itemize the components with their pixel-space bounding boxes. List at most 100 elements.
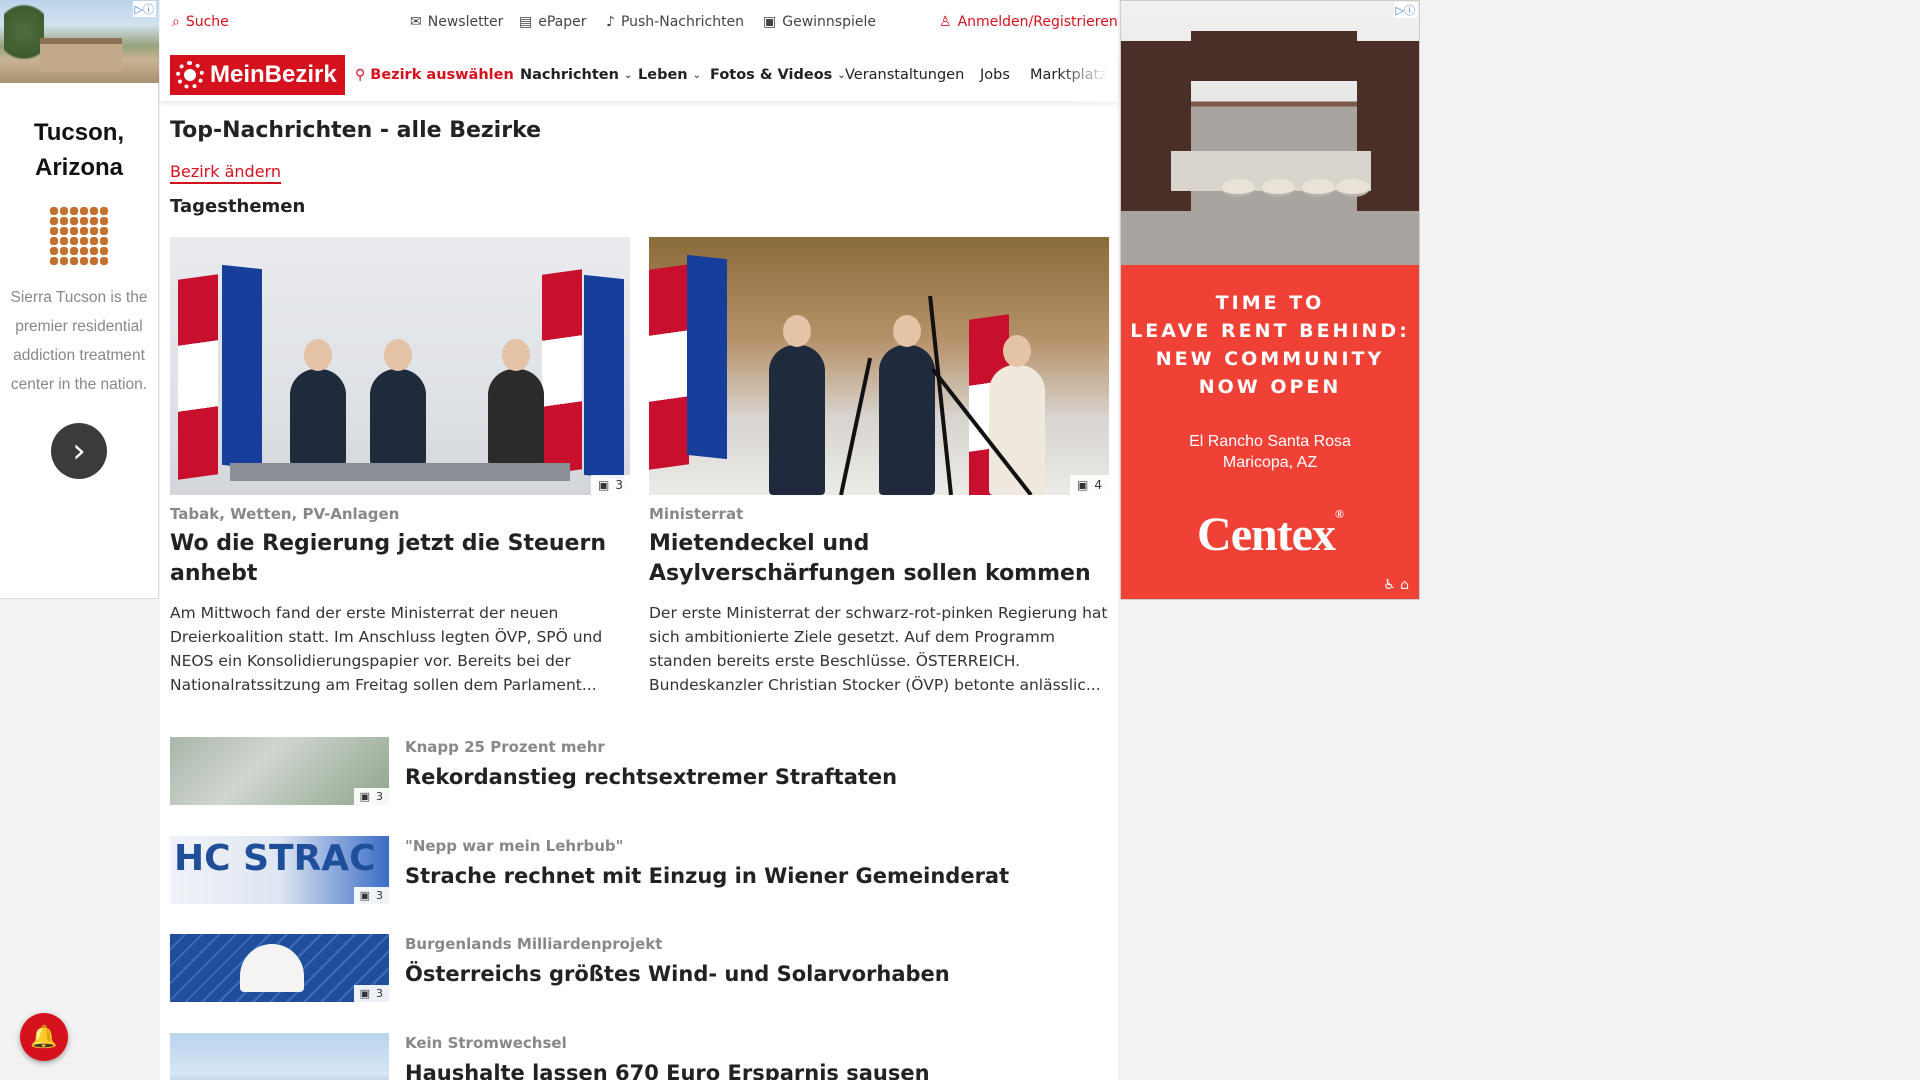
list-item[interactable]: ▣ 3 Knapp 25 Prozent mehr Rekordanstieg …: [170, 737, 1070, 805]
login-link[interactable]: ♙ Anmelden/Registrieren: [939, 14, 1118, 30]
list-kicker: Kein Stromwechsel: [405, 1034, 567, 1052]
main-navigation: MeinBezirk ⚲ Bezirk auswählen Nachrichte…: [160, 50, 1118, 102]
logo-text: MeinBezirk: [210, 61, 337, 88]
sierra-tucson-logo-icon: [50, 207, 108, 265]
list-item[interactable]: HC STRAC ▣ 3 "Nepp war mein Lehrbub" Str…: [170, 836, 1070, 904]
image-count: 4: [1094, 478, 1102, 492]
article-headline[interactable]: Wo die Regierung jetzt die Steuern anheb…: [170, 529, 630, 589]
person: [488, 339, 544, 465]
list-headline[interactable]: Haushalte lassen 670 Euro Ersparnis saus…: [405, 1061, 930, 1080]
microphone: [839, 357, 873, 495]
hard-hat-icon: [240, 944, 304, 992]
nav-item-nachrichten[interactable]: Nachrichten ⌄: [520, 67, 632, 83]
list-thumbnail[interactable]: HC STRAC ▣ 3: [170, 836, 389, 904]
nav-label: Leben: [638, 67, 688, 83]
article-teaser: Am Mittwoch fand der erste Ministerrat d…: [170, 604, 603, 694]
accessibility-housing-icon: ♿ ⌂: [1383, 577, 1409, 593]
ad-headline-line: NOW OPEN: [1198, 376, 1342, 398]
article-image[interactable]: ▣ 3: [170, 237, 630, 495]
image-count-badge: ▣ 3: [353, 887, 389, 904]
article-image[interactable]: ▣ 4: [649, 237, 1109, 495]
list-headline[interactable]: Strache rechnet mit Einzug in Wiener Gem…: [405, 864, 1009, 888]
nav-item-veranstaltungen[interactable]: Veranstaltungen: [845, 67, 964, 83]
image-count-badge: ▣ 3: [591, 475, 630, 495]
list-headline[interactable]: Rekordanstieg rechtsextremer Straftaten: [405, 765, 897, 789]
list-headline[interactable]: Österreichs größtes Wind- und Solarvorha…: [405, 962, 950, 986]
ad-headline-line: TIME TO: [1215, 292, 1325, 314]
image-count-badge: ▣ 3: [353, 985, 389, 1002]
centex-logo[interactable]: Centex®: [1121, 507, 1419, 562]
newsletter-link[interactable]: ✉ Newsletter: [410, 14, 503, 30]
left-advertisement[interactable]: ▷ⓘ Tucson, Arizona Sierra Tucson is the …: [0, 0, 159, 599]
select-district-link[interactable]: ⚲ Bezirk auswählen: [355, 67, 514, 83]
ad-location: El Rancho Santa Rosa Maricopa, AZ: [1121, 431, 1419, 473]
person: [370, 339, 426, 465]
bar-stool: [1221, 179, 1255, 197]
ad-city-title: Tucson, Arizona: [33, 119, 125, 181]
gallery-icon: ▣: [359, 790, 370, 803]
epaper-link[interactable]: ▤ ePaper: [519, 14, 587, 30]
list-item[interactable]: Kein Stromwechsel Haushalte lassen 670 E…: [170, 1033, 1070, 1080]
nav-item-leben[interactable]: Leben ⌄: [638, 67, 701, 83]
notification-bell-button[interactable]: 🔔: [20, 1013, 68, 1061]
nav-label: Nachrichten: [520, 67, 619, 83]
ad-next-button[interactable]: ›: [51, 423, 107, 479]
article-kicker: Ministerrat: [649, 505, 744, 523]
search-label: Suche: [185, 14, 229, 30]
bar-stool: [1301, 179, 1335, 197]
image-count: 3: [376, 889, 383, 902]
nav-label: Veranstaltungen: [845, 67, 965, 83]
page-title: Top-Nachrichten - alle Bezirke: [170, 118, 542, 143]
registered-mark: ®: [1334, 507, 1344, 521]
list-item[interactable]: ▣ 3 Burgenlands Milliardenprojekt Österr…: [170, 934, 1070, 1002]
right-advertisement[interactable]: ▷ⓘ TIME TO LEAVE RENT BEHIND: NEW COMMUN…: [1120, 0, 1420, 600]
envelope-icon: ✉: [410, 14, 422, 30]
article-card[interactable]: ▣ 4 Ministerrat Mietendeckel und Asylver…: [649, 237, 1109, 697]
list-thumbnail[interactable]: [170, 1033, 389, 1080]
nav-label: Fotos & Videos: [710, 67, 833, 83]
article-kicker: Tabak, Wetten, PV-Anlagen: [170, 505, 400, 523]
search-icon: ⌕: [172, 14, 180, 30]
ad-photo-tree: [4, 4, 44, 74]
bell-icon: 🔔: [30, 1024, 58, 1050]
ad-photo-building: [40, 38, 122, 72]
adchoices-icon[interactable]: ▷ⓘ: [1393, 2, 1417, 18]
desk: [230, 463, 570, 481]
article-headline[interactable]: Mietendeckel und Asylverschärfungen soll…: [649, 529, 1109, 589]
image-count-badge: ▣ 4: [1070, 475, 1109, 495]
user-icon: ♙: [939, 14, 952, 30]
page: ▷ⓘ Tucson, Arizona Sierra Tucson is the …: [0, 0, 1920, 1080]
article-card[interactable]: ▣ 3 Tabak, Wetten, PV-Anlagen Wo die Reg…: [170, 237, 630, 697]
list-kicker: "Nepp war mein Lehrbub": [405, 837, 624, 855]
bell-icon: ♪: [606, 14, 615, 30]
section-title: Tagesthemen: [170, 196, 306, 217]
ad-location-line: Maricopa, AZ: [1222, 454, 1318, 471]
image-count-badge: ▣ 3: [353, 788, 389, 805]
contests-link[interactable]: ▣ Gewinnspiele: [763, 14, 876, 30]
image-count: 3: [376, 790, 383, 803]
newspaper-icon: ▤: [519, 14, 533, 30]
gallery-icon: ▣: [359, 889, 370, 902]
push-notifications-link[interactable]: ♪ Push-Nachrichten: [606, 14, 744, 30]
nav-item-fotos-videos[interactable]: Fotos & Videos ⌄: [710, 67, 846, 83]
epaper-label: ePaper: [538, 14, 587, 30]
eu-flag: [687, 254, 727, 460]
ad-headline-line: LEAVE RENT BEHIND:: [1130, 320, 1410, 342]
bar-stool: [1336, 179, 1370, 197]
login-label: Anmelden/Registrieren: [957, 14, 1118, 30]
gallery-icon: ▣: [1077, 478, 1089, 492]
image-count: 3: [615, 478, 623, 492]
newsletter-label: Newsletter: [427, 14, 504, 30]
utility-bar: ⌕ Suche ✉ Newsletter ▤ ePaper ♪ Push-Nac…: [160, 0, 1118, 45]
meinbezirk-logo[interactable]: MeinBezirk: [170, 55, 345, 95]
change-district-link[interactable]: Bezirk ändern: [170, 162, 281, 184]
nav-item-jobs[interactable]: Jobs: [980, 67, 1010, 83]
search-link[interactable]: ⌕ Suche: [172, 14, 229, 30]
ad-headline: TIME TO LEAVE RENT BEHIND: NEW COMMUNITY…: [1121, 289, 1419, 401]
adchoices-icon[interactable]: ▷ⓘ: [132, 1, 156, 17]
main-content: ⌕ Suche ✉ Newsletter ▤ ePaper ♪ Push-Nac…: [160, 0, 1118, 1080]
contests-label: Gewinnspiele: [782, 14, 876, 30]
list-thumbnail[interactable]: ▣ 3: [170, 737, 389, 805]
bar-stool: [1261, 179, 1295, 197]
list-thumbnail[interactable]: ▣ 3: [170, 934, 389, 1002]
